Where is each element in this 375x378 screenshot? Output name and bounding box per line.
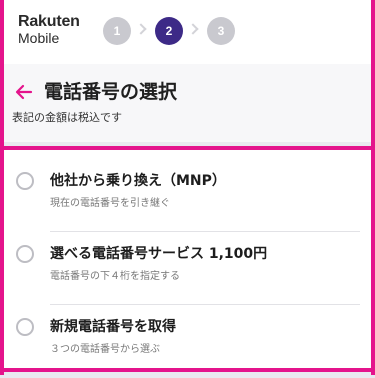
option-description: 現在の電話番号を引き継ぐ	[50, 198, 170, 209]
phone-number-options: 他社から乗り換え（MNP） 現在の電話番号を引き継ぐ 選べる電話番号サービス 1…	[4, 146, 371, 372]
header: Rakuten Mobile 1 2 3	[4, 0, 371, 64]
option-description: ３つの電話番号から選ぶ	[50, 344, 160, 355]
radio-button[interactable]	[16, 172, 34, 190]
logo-rakuten-text: Rakuten	[18, 13, 80, 30]
radio-button[interactable]	[16, 318, 34, 336]
option-description: 電話番号の下４桁を指定する	[50, 271, 180, 282]
option-title: 新規電話番号を取得	[50, 319, 176, 335]
logo-mobile-text: Mobile	[18, 30, 60, 46]
radio-button[interactable]	[16, 245, 34, 263]
page-title: 電話番号の選択	[44, 81, 178, 103]
rakuten-mobile-logo[interactable]: Rakuten Mobile	[18, 13, 80, 47]
step-2-current: 2	[155, 17, 183, 45]
step-3: 3	[207, 17, 235, 45]
step-separator-icon	[187, 23, 199, 35]
title-section: 電話番号の選択 表記の金額は税込です	[4, 64, 371, 142]
option-title: 選べる電話番号サービス 1,100円	[50, 246, 268, 262]
option-title: 他社から乗り換え（MNP）	[50, 173, 226, 189]
option-new-number[interactable]: 新規電話番号を取得 ３つの電話番号から選ぶ	[4, 304, 371, 378]
back-arrow-icon[interactable]	[14, 82, 34, 102]
step-separator-icon	[135, 23, 147, 35]
step-1: 1	[103, 17, 131, 45]
option-choose-number[interactable]: 選べる電話番号サービス 1,100円 電話番号の下４桁を指定する	[4, 231, 371, 305]
tax-note: 表記の金額は税込です	[12, 111, 122, 124]
option-mnp[interactable]: 他社から乗り換え（MNP） 現在の電話番号を引き継ぐ	[4, 158, 371, 232]
